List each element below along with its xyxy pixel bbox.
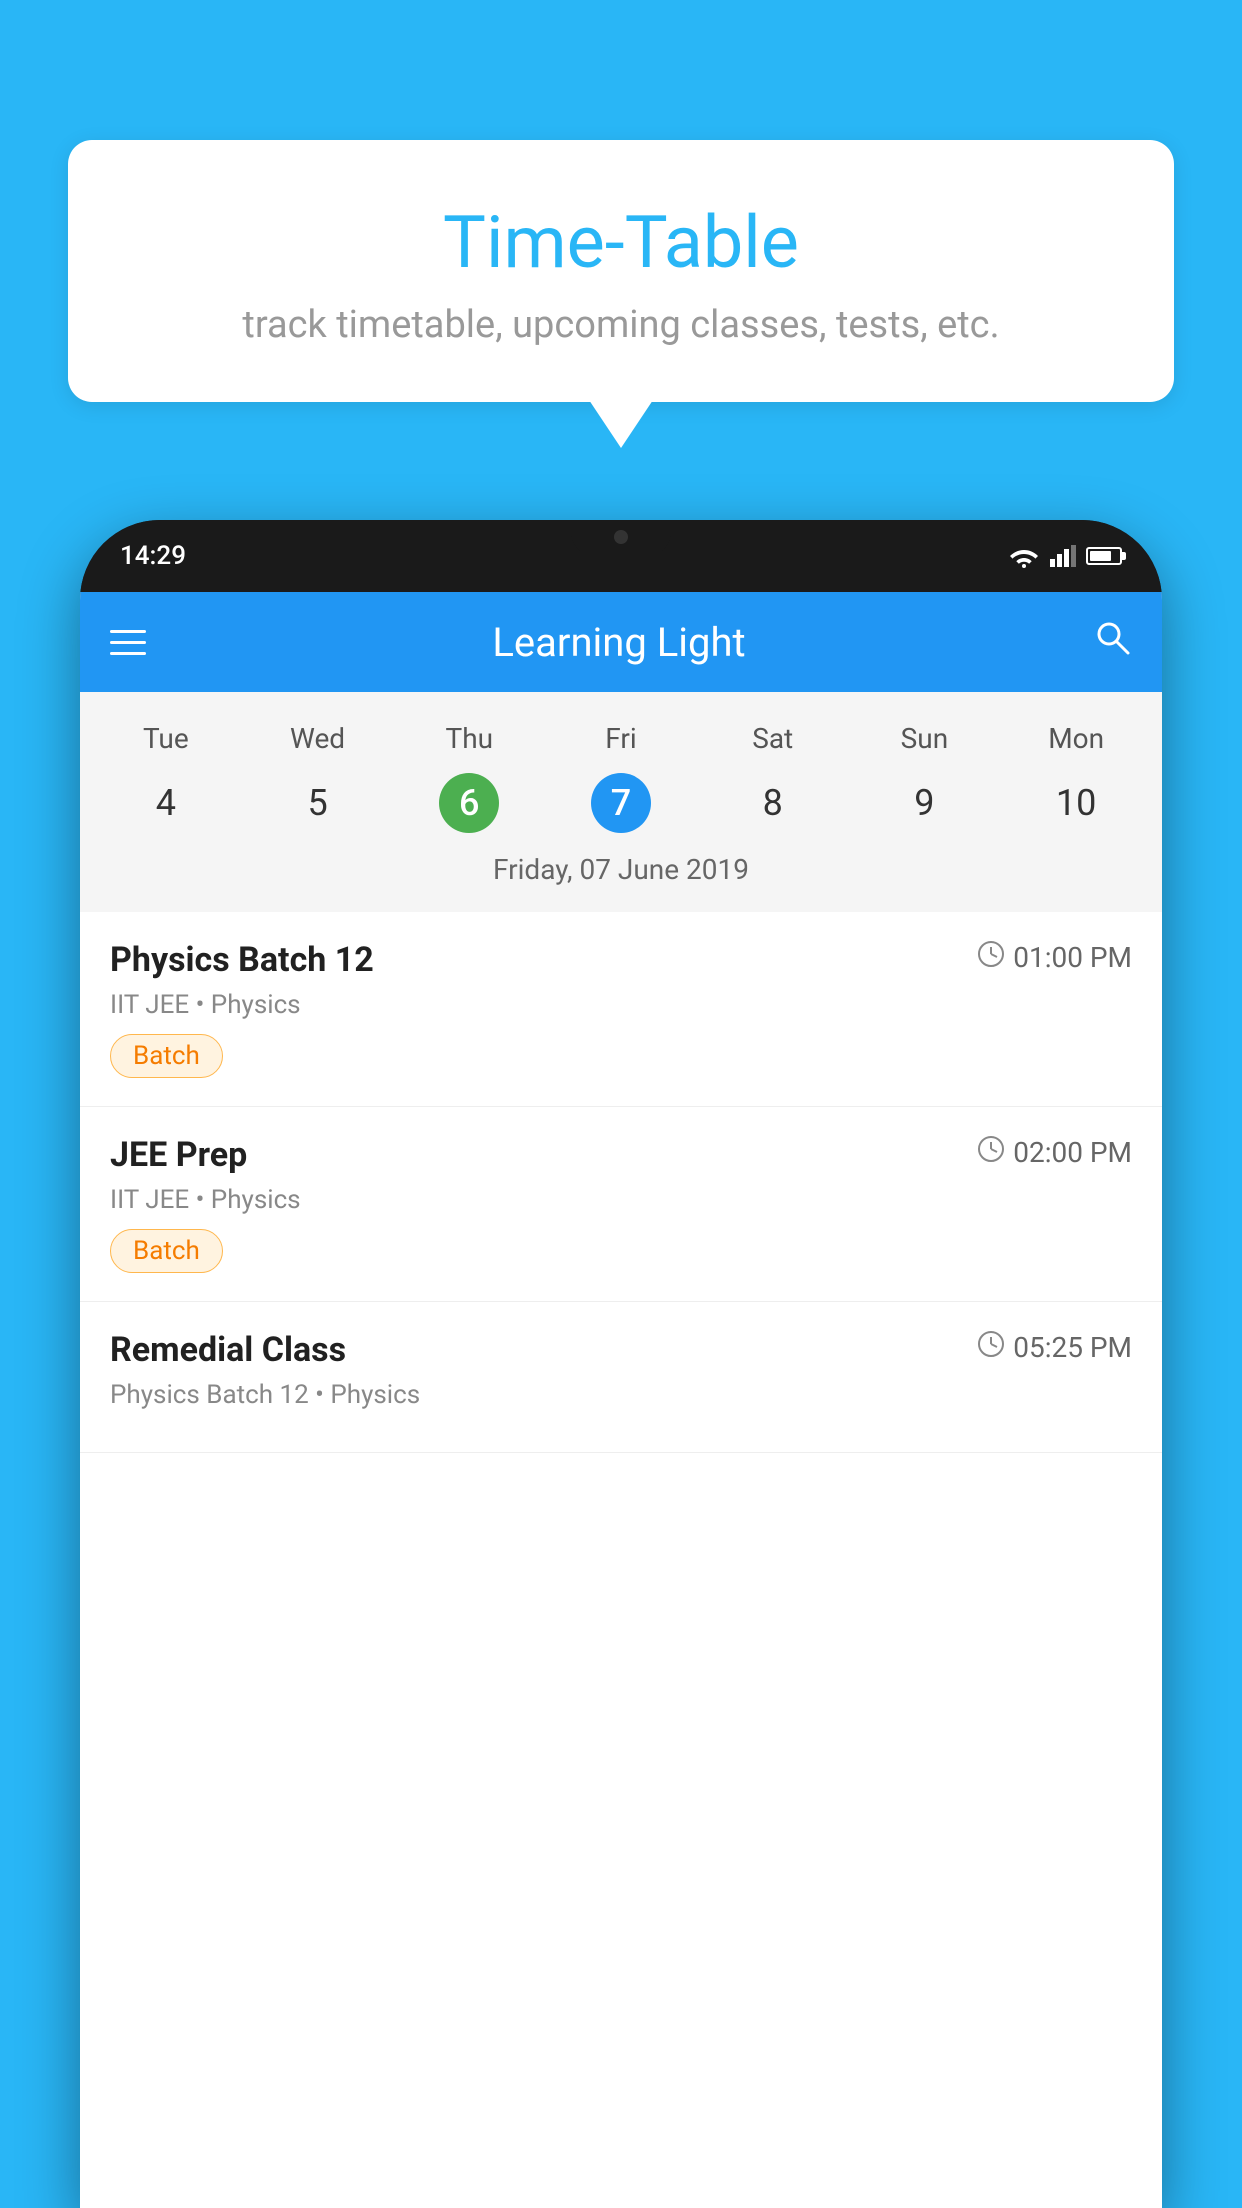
day-headers: Tue Wed Thu Fri Sat Sun Mon [90, 712, 1152, 765]
schedule-item-2-title: JEE Prep [110, 1135, 247, 1175]
day-4[interactable]: 4 [136, 773, 196, 833]
day-8[interactable]: 8 [743, 773, 803, 833]
day-header-sun: Sun [849, 712, 1001, 765]
schedule-item-3-time: 05:25 PM [977, 1330, 1132, 1365]
day-numbers: 4 5 6 7 8 9 10 [90, 773, 1152, 833]
day-6-today[interactable]: 6 [439, 773, 499, 833]
day-header-wed: Wed [242, 712, 394, 765]
signal-icon [1050, 545, 1076, 567]
status-icons [1008, 544, 1122, 568]
clock-icon-2 [977, 1135, 1005, 1170]
schedule-item-3[interactable]: Remedial Class 05:25 PM Physics Batch 12… [80, 1302, 1162, 1453]
selected-date-label: Friday, 07 June 2019 [90, 843, 1152, 902]
day-header-thu: Thu [393, 712, 545, 765]
clock-icon-1 [977, 940, 1005, 975]
hamburger-menu-icon[interactable] [110, 630, 146, 655]
bubble-subtitle: track timetable, upcoming classes, tests… [108, 303, 1134, 347]
app-title: Learning Light [492, 619, 745, 666]
bubble-title: Time-Table [108, 200, 1134, 285]
schedule-item-1-subtitle: IIT JEE • Physics [110, 990, 1132, 1020]
schedule-item-1-badge: Batch [110, 1034, 223, 1078]
speech-bubble: Time-Table track timetable, upcoming cla… [68, 140, 1174, 402]
phone-top: 14:29 [80, 520, 1162, 592]
schedule-list: Physics Batch 12 01:00 PM IIT JEE • Phys… [80, 912, 1162, 1453]
schedule-item-3-subtitle: Physics Batch 12 • Physics [110, 1380, 1132, 1410]
day-5[interactable]: 5 [288, 773, 348, 833]
phone-frame: 14:29 [80, 520, 1162, 2208]
calendar-section: Tue Wed Thu Fri Sat Sun Mon 4 5 6 7 8 9 … [80, 692, 1162, 912]
day-header-fri: Fri [545, 712, 697, 765]
schedule-item-3-header: Remedial Class 05:25 PM [110, 1330, 1132, 1370]
schedule-item-1-time-text: 01:00 PM [1013, 941, 1132, 974]
notch [571, 520, 671, 556]
day-header-mon: Mon [1000, 712, 1152, 765]
day-7-selected[interactable]: 7 [591, 773, 651, 833]
status-time: 14:29 [120, 541, 186, 571]
schedule-item-3-title: Remedial Class [110, 1330, 346, 1370]
clock-icon-3 [977, 1330, 1005, 1365]
day-9[interactable]: 9 [894, 773, 954, 833]
app-bar: Learning Light [80, 592, 1162, 692]
schedule-item-2-time-text: 02:00 PM [1013, 1136, 1132, 1169]
schedule-item-2-subtitle: IIT JEE • Physics [110, 1185, 1132, 1215]
search-icon[interactable] [1092, 617, 1132, 667]
schedule-item-2[interactable]: JEE Prep 02:00 PM IIT JEE • Physics [80, 1107, 1162, 1302]
battery-icon [1086, 547, 1122, 565]
schedule-item-1-header: Physics Batch 12 01:00 PM [110, 940, 1132, 980]
day-header-sat: Sat [697, 712, 849, 765]
phone-screen: Learning Light Tue Wed Thu Fri Sat Sun M… [80, 592, 1162, 2208]
camera-dot [614, 530, 628, 544]
schedule-item-1-title: Physics Batch 12 [110, 940, 374, 980]
schedule-item-2-header: JEE Prep 02:00 PM [110, 1135, 1132, 1175]
schedule-item-2-time: 02:00 PM [977, 1135, 1132, 1170]
schedule-item-1[interactable]: Physics Batch 12 01:00 PM IIT JEE • Phys… [80, 912, 1162, 1107]
day-header-tue: Tue [90, 712, 242, 765]
day-10[interactable]: 10 [1046, 773, 1106, 833]
schedule-item-3-time-text: 05:25 PM [1013, 1331, 1132, 1364]
schedule-item-1-time: 01:00 PM [977, 940, 1132, 975]
schedule-item-2-badge: Batch [110, 1229, 223, 1273]
speech-bubble-container: Time-Table track timetable, upcoming cla… [68, 140, 1174, 402]
wifi-icon [1008, 544, 1040, 568]
